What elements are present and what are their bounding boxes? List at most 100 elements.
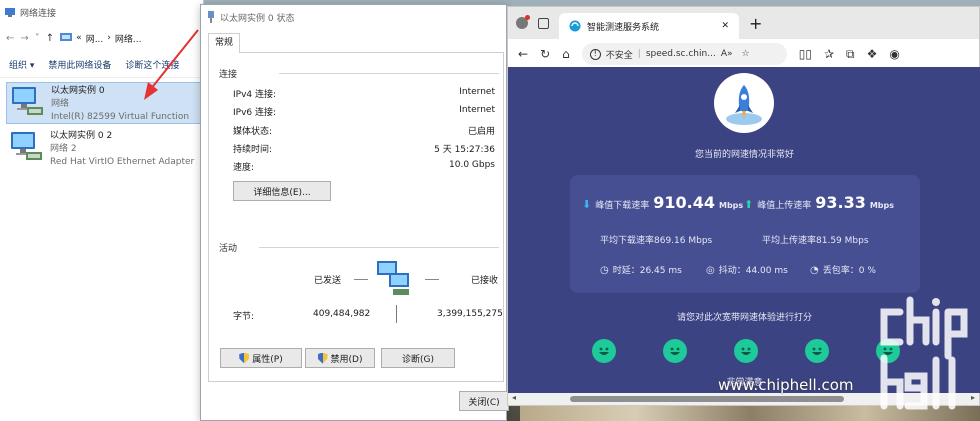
jitter-text: 抖动：44.00 ms [718, 266, 788, 276]
peak-download-label: 峰值下载速率 [595, 201, 650, 211]
browser-tab-strip: 智能测速服务系统 ✕ + [508, 7, 979, 39]
row-value: 5 天 15:27:36 [434, 145, 495, 155]
breadcrumb-sep-icon: › [107, 33, 111, 43]
received-label: 已接收 [471, 276, 499, 286]
network-computers-icon [377, 261, 409, 295]
connection-group-title: 连接 [219, 70, 238, 80]
smiley-icon [741, 347, 751, 355]
dropdown-chevron-icon[interactable]: ˅ [35, 33, 40, 44]
net-titlebar: 网络连接 [0, 0, 203, 24]
peak-download-value: 910.44 [653, 193, 715, 212]
peak-upload-label: 峰值上传速率 [757, 201, 812, 211]
details-button[interactable]: 详细信息(E)... [233, 181, 331, 201]
notification-dot [525, 15, 530, 20]
result-card: ⬇ 峰值下载速率 910.44 Mbps ⬆ 峰值上传速率 93.33 Mbps… [570, 175, 920, 293]
row-label: 速度: [233, 163, 255, 173]
download-arrow-icon: ⬇ [582, 198, 592, 211]
rating-smiley-1[interactable] [592, 339, 616, 363]
close-button[interactable]: 关闭(C) [459, 391, 509, 411]
peak-upload: ⬆ 峰值上传速率 93.33 Mbps [744, 193, 894, 212]
bytes-sent: 409,484,982 [313, 309, 371, 319]
up-arrow-icon[interactable]: ↑ [46, 33, 54, 44]
forward-arrow-icon[interactable]: → [20, 33, 28, 44]
favorites-icon[interactable]: ✰ [824, 47, 834, 61]
rocket-icon [726, 85, 762, 125]
bytes-label: 字节: [233, 312, 255, 322]
watermark-url: www.chiphell.com [718, 376, 854, 394]
network-folder-icon [5, 8, 15, 17]
scroll-left-icon[interactable]: ◂ [512, 393, 516, 402]
upload-arrow-icon: ⬆ [744, 198, 754, 211]
peak-download-unit: Mbps [718, 201, 744, 210]
properties-button[interactable]: 属性(P) [220, 348, 302, 368]
adapter-name: 以太网实例 0 2 [50, 131, 113, 141]
url-text: speed.sc.chin... [645, 49, 716, 59]
disable-device-command[interactable]: 禁用此网络设备 [48, 58, 111, 71]
disable-button[interactable]: 禁用(D) [305, 348, 375, 368]
url-bar[interactable]: ! 不安全 | speed.sc.chin... A» ☆ [581, 43, 787, 65]
ethernet-status-dialog: 以太网实例 0 状态 常规 连接 IPv4 连接: Internet IPv6 连… [200, 4, 509, 421]
breadcrumb-0[interactable]: « [76, 33, 82, 43]
bytes-received: 3,399,155,275 [437, 309, 503, 319]
latency-text: 时延：26.45 ms [612, 266, 682, 276]
status-titlebar: 以太网实例 0 状态 [201, 5, 506, 29]
disable-label: 禁用(D) [330, 354, 363, 365]
row-label: 媒体状态: [233, 127, 273, 137]
split-screen-icon[interactable]: ▯▯ [799, 47, 812, 61]
url-separator: | [637, 49, 641, 59]
address-bar[interactable]: « 网... › 网络... [60, 32, 141, 45]
network-adapter-icon [12, 87, 43, 115]
rating-smiley-3[interactable] [734, 339, 758, 363]
diagnose-button[interactable]: 诊断(G) [381, 348, 455, 368]
back-icon[interactable]: ← [518, 47, 528, 61]
rocket-badge [714, 73, 774, 133]
loss-text: 丢包率：0 % [822, 266, 876, 276]
organize-menu[interactable]: 组织 ▾ [9, 58, 34, 71]
row-label: 持续时间: [233, 145, 273, 155]
scrollbar-thumb[interactable] [570, 396, 844, 402]
security-label: 不安全 [605, 50, 633, 61]
network-adapter-icon [11, 132, 42, 160]
copilot-icon[interactable]: ◉ [889, 47, 899, 61]
adapter-device: Intel(R) 82599 Virtual Function [51, 112, 190, 122]
tab-close-icon[interactable]: ✕ [721, 21, 729, 31]
breadcrumb-2[interactable]: 网络... [115, 32, 142, 45]
peak-upload-value: 93.33 [815, 193, 866, 212]
row-value: Internet [459, 87, 495, 97]
collections-icon[interactable]: ⧉ [846, 47, 855, 62]
extensions-icon[interactable]: ❖ [867, 47, 878, 61]
favorite-star-icon[interactable]: ☆ [741, 49, 749, 59]
refresh-icon[interactable]: ↻ [540, 47, 550, 61]
packet-loss: ◔ 丢包率：0 % [810, 263, 876, 276]
tab-actions-icon[interactable] [538, 17, 549, 29]
net-window-title: 网络连接 [20, 8, 57, 19]
adapter-item-1[interactable]: 以太网实例 0 2 网络 2 Red Hat VirtIO Ethernet A… [6, 128, 202, 170]
peak-download: ⬇ 峰值下载速率 910.44 Mbps [582, 193, 743, 212]
rating-smiley-2[interactable] [663, 339, 687, 363]
tab-general[interactable]: 常规 [208, 33, 240, 53]
smiley-icon [670, 347, 680, 355]
site-favicon-icon [569, 20, 581, 32]
breadcrumb-1[interactable]: 网... [86, 32, 104, 45]
adapter-network: 网络 2 [50, 144, 77, 154]
loss-icon: ◔ [810, 265, 819, 276]
browser-tab-active[interactable]: 智能测速服务系统 ✕ [559, 13, 739, 39]
new-tab-icon[interactable]: + [749, 14, 762, 33]
uac-shield-icon [239, 352, 250, 364]
row-ipv6: IPv6 连接: Internet [233, 105, 495, 118]
properties-label: 属性(P) [252, 354, 283, 365]
browser-toolbar: ← ↻ ⌂ ! 不安全 | speed.sc.chin... A» ☆ ▯▯ ✰… [508, 39, 979, 69]
row-label: IPv4 连接: [233, 90, 277, 100]
clock-icon: ◷ [600, 265, 609, 276]
chiphell-logo-watermark [880, 296, 968, 410]
control-panel-icon [60, 33, 73, 41]
back-arrow-icon[interactable]: ← [6, 33, 14, 44]
read-aloud-icon[interactable]: A» [721, 49, 733, 59]
profile-icon[interactable] [516, 15, 530, 29]
rating-smiley-4[interactable] [805, 339, 829, 363]
uac-shield-icon [317, 352, 328, 364]
browser-tab-title: 智能测速服务系统 [587, 22, 660, 33]
row-value: 已启用 [467, 127, 495, 137]
sent-label: 已发送 [314, 276, 342, 286]
home-icon[interactable]: ⌂ [562, 47, 570, 61]
